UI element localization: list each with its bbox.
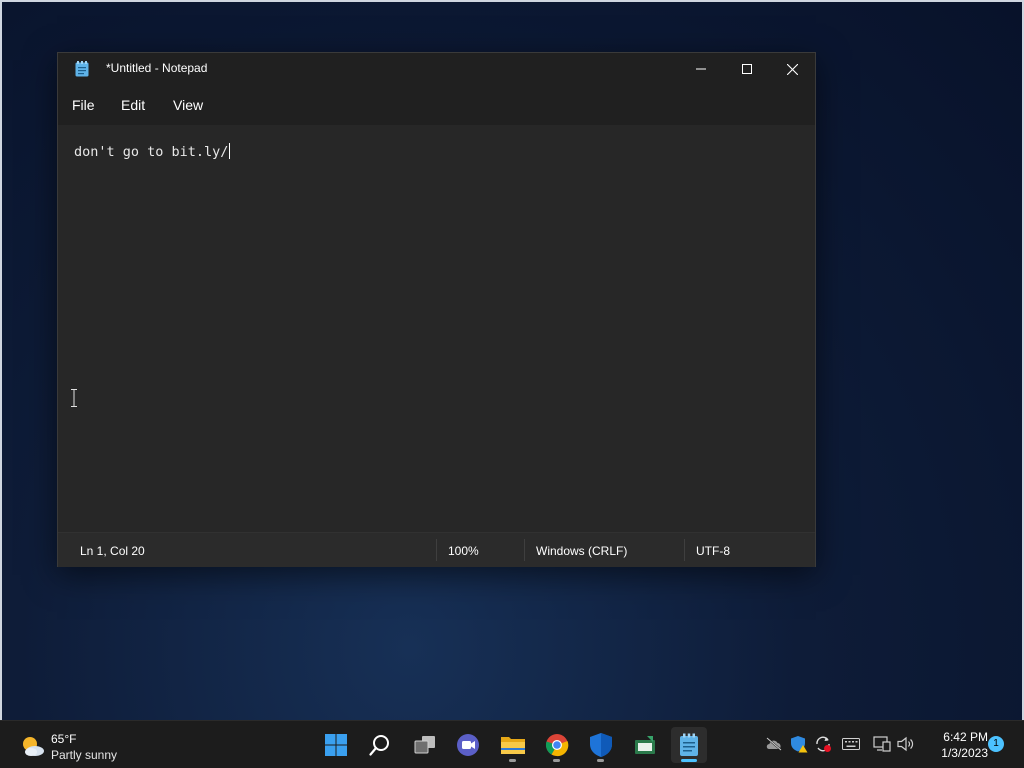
defender-button[interactable] [583, 727, 619, 763]
close-icon [786, 63, 798, 75]
window-title: *Untitled - Notepad [106, 61, 208, 75]
chrome-button[interactable] [539, 727, 575, 763]
security-alert-button[interactable] [790, 735, 808, 753]
cursor-position: Ln 1, Col 20 [80, 544, 145, 558]
network-button[interactable] [873, 735, 891, 753]
maximize-button[interactable] [724, 53, 770, 85]
active-indicator [681, 759, 697, 762]
clock-date: 1/3/2023 [941, 746, 988, 760]
weather-description: Partly sunny [51, 748, 118, 762]
notepad-icon [75, 61, 89, 77]
volume-icon [897, 736, 914, 752]
onedrive-button[interactable] [765, 735, 783, 753]
file-explorer-button[interactable] [495, 727, 531, 763]
notepad-icon [680, 733, 698, 756]
minimize-icon [696, 68, 706, 70]
running-indicator [597, 759, 604, 762]
taskbar: 65°F Partly sunny 6:42 PM 1/3/2023 [0, 720, 1024, 768]
notepad-taskbar-button[interactable] [671, 727, 707, 763]
chrome-icon [545, 734, 569, 757]
line-ending: Windows (CRLF) [536, 544, 628, 558]
keyboard-button[interactable] [842, 735, 860, 753]
running-indicator [553, 759, 560, 762]
search-button[interactable] [362, 727, 398, 763]
start-button[interactable] [318, 727, 354, 763]
task-view-button[interactable] [407, 727, 443, 763]
weather-widget[interactable]: 65°F Partly sunny [18, 730, 138, 762]
app-button[interactable] [627, 727, 663, 763]
running-indicator [509, 759, 516, 762]
menu-view[interactable]: View [173, 97, 203, 113]
chat-button[interactable] [450, 727, 486, 763]
app-icon [635, 736, 655, 754]
task-view-icon [414, 736, 435, 754]
partly-sunny-icon [23, 737, 44, 756]
close-button[interactable] [769, 53, 815, 85]
text-caret [229, 143, 231, 159]
ibeam-cursor-icon [71, 389, 77, 407]
windows-start-icon [325, 734, 347, 756]
keyboard-icon [842, 738, 860, 750]
search-icon [369, 735, 389, 756]
status-bar: Ln 1, Col 20 100% Windows (CRLF) UTF-8 [58, 532, 815, 567]
title-bar[interactable]: *Untitled - Notepad [58, 53, 815, 85]
sync-button[interactable] [814, 735, 832, 753]
encoding: UTF-8 [696, 544, 730, 558]
editor-content: don't go to bit.ly/ [74, 144, 229, 160]
weather-temperature: 65°F [51, 732, 77, 746]
shield-warning-icon [791, 736, 808, 753]
notepad-window: *Untitled - Notepad File Edit View don't… [57, 52, 816, 567]
network-icon [873, 736, 891, 752]
volume-button[interactable] [897, 735, 915, 753]
menu-edit[interactable]: Edit [121, 97, 145, 113]
minimize-button[interactable] [678, 53, 724, 85]
maximize-icon [742, 64, 752, 74]
cloud-offline-icon [766, 737, 782, 751]
file-explorer-icon [501, 737, 525, 754]
shield-icon [590, 733, 612, 757]
text-editor[interactable]: don't go to bit.ly/ [58, 125, 815, 532]
clock[interactable]: 6:42 PM 1/3/2023 [926, 729, 988, 761]
clock-time: 6:42 PM [943, 730, 988, 744]
menu-file[interactable]: File [72, 97, 95, 113]
notification-badge[interactable]: 1 [988, 736, 1004, 752]
zoom-level: 100% [448, 544, 479, 558]
chat-icon [457, 734, 479, 756]
sync-error-icon [816, 736, 831, 752]
menu-bar: File Edit View [58, 85, 815, 146]
